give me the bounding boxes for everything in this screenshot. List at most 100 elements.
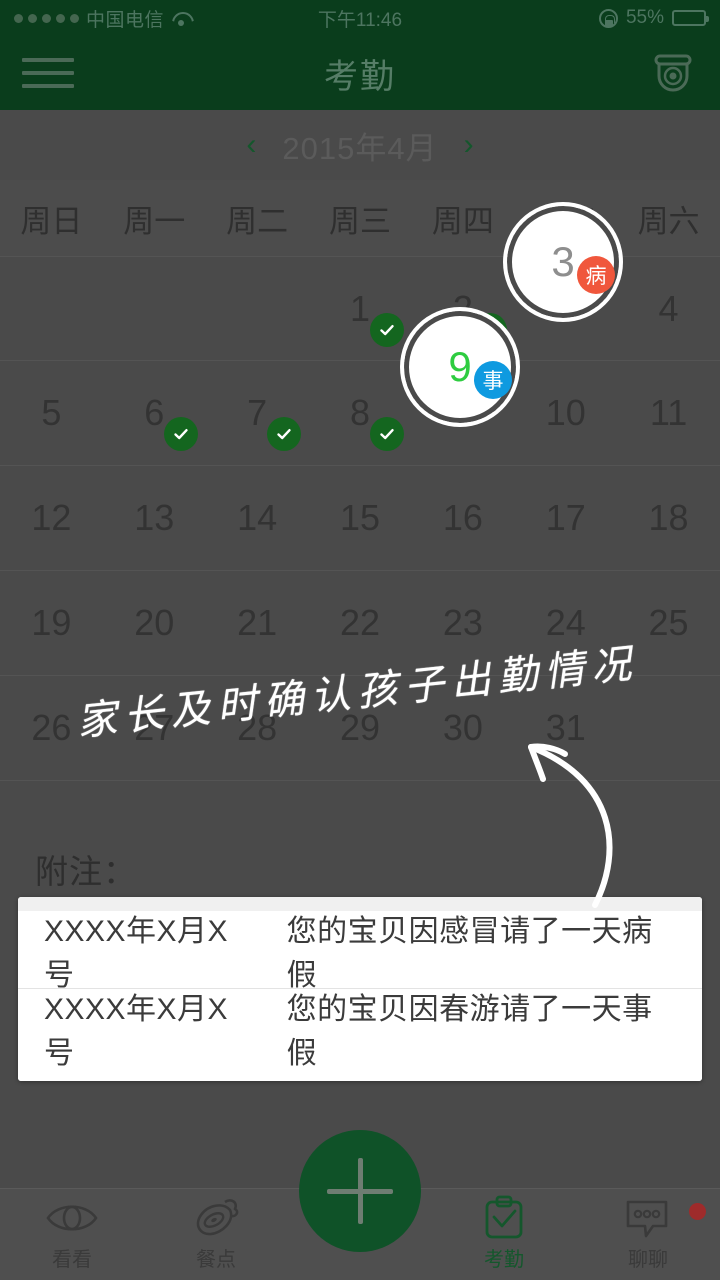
calendar-day-21[interactable]: 21: [206, 571, 309, 675]
day-number: 18: [648, 497, 689, 538]
add-button[interactable]: [299, 1130, 421, 1252]
calendar-day-1[interactable]: 1: [309, 257, 412, 360]
selected-day-number: 9: [448, 343, 472, 390]
chat-bubble-icon: [624, 1198, 672, 1238]
weekday-header-6: 周六: [637, 203, 700, 239]
weekday-header-0: 周日: [20, 203, 83, 239]
calendar-day-19[interactable]: 19: [0, 571, 103, 675]
calendar-month-header: ‹ 2015年4月 ›: [0, 110, 720, 180]
attendance-check-icon: [369, 312, 404, 347]
leave-type-badge-事: 事: [474, 361, 512, 399]
day-number: 11: [649, 392, 688, 433]
tab-label: 看看: [52, 1248, 92, 1271]
calendar-day-26[interactable]: 26: [0, 676, 103, 780]
day-number: 12: [31, 497, 72, 538]
attendance-check-icon: [267, 417, 302, 451]
calendar-cell-empty: [0, 257, 103, 360]
day-number: 8: [349, 392, 370, 433]
day-number: 5: [41, 392, 62, 433]
calendar-day-18[interactable]: 18: [617, 466, 720, 570]
day-number: 30: [442, 707, 483, 748]
day-number: 6: [144, 392, 165, 433]
page-title: 考勤: [324, 57, 396, 96]
calendar-cell-empty: [617, 676, 720, 780]
day-number: 16: [442, 497, 483, 538]
calendar-day-13[interactable]: 13: [103, 466, 206, 570]
calendar-week-row: 12 13 14 15 16 17 18: [0, 466, 720, 571]
status-bar: 中国电信 下午11:46 55%: [0, 0, 720, 36]
battery-icon: [672, 10, 709, 26]
calendar-day-7[interactable]: 7: [206, 361, 309, 465]
day-number: 15: [339, 497, 381, 538]
note-row[interactable]: XXXX年X月X号 您的宝贝因春游请了一天事假: [18, 989, 702, 1070]
calendar-day-17[interactable]: 17: [514, 466, 617, 570]
calendar-day-27[interactable]: 27: [103, 676, 206, 780]
calendar-day-11[interactable]: 11: [617, 361, 720, 465]
tab-label: 考勤: [484, 1248, 524, 1271]
prev-month-button[interactable]: ‹: [246, 130, 256, 160]
day-number: 23: [442, 602, 483, 643]
attendance-check-icon: [369, 417, 404, 451]
tab-label: 聊聊: [628, 1248, 668, 1271]
tab-看看[interactable]: 看看: [0, 1189, 144, 1280]
status-bar-right: 55%: [598, 7, 709, 29]
calendar-day-15[interactable]: 15: [309, 466, 412, 570]
calendar-day-4[interactable]: 4: [617, 257, 720, 360]
calendar-selected-day-3[interactable]: 3病: [503, 202, 623, 322]
rotation-lock-icon: [598, 8, 618, 28]
calendar-week-row: 19 20 21 22 23 24 25: [0, 571, 720, 676]
next-month-button[interactable]: ›: [464, 130, 474, 160]
day-number: 1: [349, 287, 370, 329]
calendar-day-24[interactable]: 24: [514, 571, 617, 675]
calendar-cell-empty: [206, 257, 309, 360]
calendar-day-28[interactable]: 28: [206, 676, 309, 780]
status-bar-left: 中国电信: [14, 5, 191, 32]
calendar-day-6[interactable]: 6: [103, 361, 206, 465]
day-number: 7: [247, 392, 268, 433]
notification-badge: [689, 1203, 706, 1220]
day-number: 19: [31, 602, 72, 643]
calendar-day-29[interactable]: 29: [309, 676, 412, 780]
dome-camera-icon[interactable]: [648, 50, 698, 96]
tab-考勤[interactable]: 考勤: [432, 1189, 576, 1280]
day-number: 13: [134, 497, 175, 538]
day-number: 21: [237, 602, 278, 643]
current-month-label: 2015年4月: [282, 130, 438, 166]
calendar-selected-day-9[interactable]: 9事: [400, 307, 520, 427]
day-number: 14: [237, 497, 278, 538]
tab-聊聊[interactable]: 聊聊: [576, 1189, 720, 1280]
calendar-cell-empty: [103, 257, 206, 360]
day-number: 28: [237, 707, 278, 748]
selected-day-number: 3: [551, 238, 575, 285]
calendar-day-8[interactable]: 8: [309, 361, 412, 465]
wifi-icon: [171, 11, 191, 26]
calendar-day-16[interactable]: 16: [411, 466, 514, 570]
calendar-day-5[interactable]: 5: [0, 361, 103, 465]
calendar-grid[interactable]: 1234567891011121314151617181920212223242…: [0, 202, 720, 781]
calendar-day-31[interactable]: 31: [514, 676, 617, 780]
tab-餐点[interactable]: 餐点: [144, 1189, 288, 1280]
calendar-day-23[interactable]: 23: [411, 571, 514, 675]
note-row[interactable]: XXXX年X月X号 您的宝贝因感冒请了一天病假: [18, 911, 702, 992]
note-text: 您的宝贝因春游请了一天事假: [286, 993, 653, 1070]
day-number: 20: [134, 602, 175, 643]
calendar-day-30[interactable]: 30: [411, 676, 514, 780]
battery-percent: 55%: [625, 7, 664, 28]
calendar-day-22[interactable]: 22: [309, 571, 412, 675]
calendar-day-20[interactable]: 20: [103, 571, 206, 675]
calendar-day-12[interactable]: 12: [0, 466, 103, 570]
note-date: XXXX年X月X号: [44, 914, 229, 992]
weekday-header-3: 周三: [328, 203, 391, 239]
day-number: 31: [545, 707, 586, 748]
day-number: 10: [545, 392, 586, 433]
day-number: 26: [31, 707, 72, 748]
clipboard-check-icon: [483, 1195, 525, 1238]
hamburger-menu-icon[interactable]: [22, 53, 74, 93]
calendar-week-row: 567891011: [0, 361, 720, 466]
notes-card: XXXX年X月X号 您的宝贝因感冒请了一天病假 XXXX年X月X号 您的宝贝因春游请了…: [18, 897, 702, 1081]
calendar-day-14[interactable]: 14: [206, 466, 309, 570]
ham-icon: [192, 1198, 240, 1238]
leave-type-badge-病: 病: [577, 256, 615, 294]
calendar-day-25[interactable]: 25: [617, 571, 720, 675]
calendar-day-10[interactable]: 10: [514, 361, 617, 465]
